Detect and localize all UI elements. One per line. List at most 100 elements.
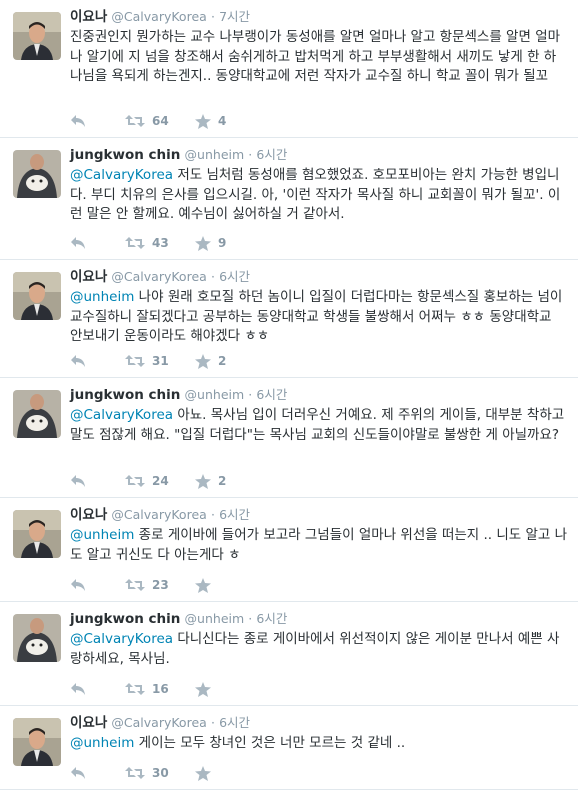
separator-dot: · xyxy=(210,507,215,522)
author-name[interactable]: 이요나 xyxy=(70,507,107,523)
tweet-timestamp[interactable]: 6시간 xyxy=(256,147,287,162)
favorite-button[interactable] xyxy=(195,577,265,593)
retweet-count: 64 xyxy=(152,114,169,128)
star-icon xyxy=(195,681,211,697)
author-handle[interactable]: @CalvaryKorea xyxy=(111,715,206,730)
avatar[interactable] xyxy=(13,12,61,60)
tweet-text: @CalvaryKorea 다니신다는 종로 게이바에서 위선적이지 않은 게이… xyxy=(70,630,568,669)
favorite-button[interactable]: 9 xyxy=(195,235,265,251)
reply-icon xyxy=(71,767,85,779)
reply-button[interactable] xyxy=(70,766,125,780)
tweet-timestamp[interactable]: 7시간 xyxy=(219,9,250,24)
tweet-text: @unheim 게이는 모두 창녀인 것은 너만 모르는 것 같네 .. xyxy=(70,734,568,754)
favorite-button[interactable]: 4 xyxy=(195,113,265,129)
tweet-timestamp[interactable]: 6시간 xyxy=(219,715,250,730)
retweet-icon xyxy=(125,237,145,249)
author-name[interactable]: jungkwon chin xyxy=(70,611,180,627)
tweet-text: @unheim 나야 원래 호모질 하던 놈이니 입질이 더럽다마는 항문섹스질… xyxy=(70,288,568,347)
mention-link[interactable]: @CalvaryKorea xyxy=(70,407,173,423)
tweet-timestamp[interactable]: 6시간 xyxy=(219,269,250,284)
star-icon xyxy=(195,473,211,489)
reply-icon xyxy=(71,475,85,487)
mention-link[interactable]: @unheim xyxy=(70,527,134,543)
tweet-body: 나야 원래 호모질 하던 놈이니 입질이 더럽다마는 항문섹스질 홍보하는 넘이… xyxy=(70,289,563,344)
retweet-icon xyxy=(125,115,145,127)
author-handle[interactable]: @unheim xyxy=(185,147,245,162)
reply-button[interactable] xyxy=(70,236,125,250)
avatar-image xyxy=(13,718,61,766)
avatar[interactable] xyxy=(13,272,61,320)
tweet-timestamp[interactable]: 6시간 xyxy=(256,611,287,626)
tweet-text: @CalvaryKorea 아뇨. 목사님 입이 더러우신 거예요. 제 주위의… xyxy=(70,406,568,445)
avatar-image xyxy=(13,150,61,198)
favorite-count: 9 xyxy=(218,236,227,250)
avatar[interactable] xyxy=(13,510,61,558)
mention-link[interactable]: @CalvaryKorea xyxy=(70,631,173,647)
separator-dot: · xyxy=(210,269,215,284)
author-handle[interactable]: @unheim xyxy=(185,387,245,402)
author-handle[interactable]: @CalvaryKorea xyxy=(111,507,206,522)
reply-button[interactable] xyxy=(70,474,125,488)
author-handle[interactable]: @CalvaryKorea xyxy=(111,269,206,284)
retweet-button[interactable]: 31 xyxy=(125,354,195,368)
tweet[interactable]: 이요나 @CalvaryKorea · 6시간 @unheim 나야 원래 호모… xyxy=(0,260,578,378)
tweet-text: 진중권인지 뭔가하는 교수 나부랭이가 동성애를 알면 얼마나 알고 항문섹스를… xyxy=(70,28,568,87)
author-name[interactable]: 이요나 xyxy=(70,715,107,731)
mention-link[interactable]: @unheim xyxy=(70,289,134,305)
tweet-actions: 24 2 xyxy=(70,472,265,490)
reply-button[interactable] xyxy=(70,578,125,592)
retweet-count: 43 xyxy=(152,236,169,250)
favorite-button[interactable] xyxy=(195,681,265,697)
tweet-actions: 30 xyxy=(70,764,265,782)
tweet-timeline: 이요나 @CalvaryKorea · 7시간 진중권인지 뭔가하는 교수 나부… xyxy=(0,0,578,790)
tweet-actions: 64 4 xyxy=(70,112,265,130)
retweet-button[interactable]: 23 xyxy=(125,578,195,592)
tweet[interactable]: jungkwon chin @unheim · 6시간 @CalvaryKore… xyxy=(0,378,578,498)
tweet[interactable]: 이요나 @CalvaryKorea · 7시간 진중권인지 뭔가하는 교수 나부… xyxy=(0,0,578,138)
tweet-text: @CalvaryKorea 저도 님처럼 동성애를 혐오했었죠. 호모포비아는 … xyxy=(70,166,568,225)
author-handle[interactable]: @CalvaryKorea xyxy=(111,9,206,24)
mention-link[interactable]: @CalvaryKorea xyxy=(70,167,173,183)
author-name[interactable]: jungkwon chin xyxy=(70,147,180,163)
reply-icon xyxy=(71,237,85,249)
reply-button[interactable] xyxy=(70,354,125,368)
retweet-icon xyxy=(125,355,145,367)
author-name[interactable]: 이요나 xyxy=(70,9,107,25)
author-name[interactable]: jungkwon chin xyxy=(70,387,180,403)
retweet-button[interactable]: 16 xyxy=(125,682,195,696)
author-handle[interactable]: @unheim xyxy=(185,611,245,626)
retweet-count: 31 xyxy=(152,354,169,368)
mention-link[interactable]: @unheim xyxy=(70,735,134,751)
tweet-body: 진중권인지 뭔가하는 교수 나부랭이가 동성애를 알면 얼마나 알고 항문섹스를… xyxy=(70,29,561,84)
avatar[interactable] xyxy=(13,718,61,766)
star-icon xyxy=(195,353,211,369)
reply-icon xyxy=(71,355,85,367)
retweet-button[interactable]: 24 xyxy=(125,474,195,488)
separator-dot: · xyxy=(248,387,253,402)
tweet-text: @unheim 종로 게이바에 들어가 보고라 그넘들이 얼마나 위선을 떠는지… xyxy=(70,526,568,565)
tweet[interactable]: 이요나 @CalvaryKorea · 6시간 @unheim 종로 게이바에 … xyxy=(0,498,578,602)
tweet[interactable]: jungkwon chin @unheim · 6시간 @CalvaryKore… xyxy=(0,138,578,260)
avatar-image xyxy=(13,390,61,438)
favorite-button[interactable]: 2 xyxy=(195,353,265,369)
tweet-timestamp[interactable]: 6시간 xyxy=(219,507,250,522)
retweet-count: 24 xyxy=(152,474,169,488)
reply-button[interactable] xyxy=(70,682,125,696)
avatar[interactable] xyxy=(13,390,61,438)
favorite-button[interactable]: 2 xyxy=(195,473,265,489)
tweet[interactable]: jungkwon chin @unheim · 6시간 @CalvaryKore… xyxy=(0,602,578,706)
retweet-button[interactable]: 43 xyxy=(125,236,195,250)
favorite-button[interactable] xyxy=(195,765,265,781)
retweet-button[interactable]: 64 xyxy=(125,114,195,128)
avatar[interactable] xyxy=(13,150,61,198)
reply-icon xyxy=(71,115,85,127)
retweet-button[interactable]: 30 xyxy=(125,766,195,780)
tweet-actions: 43 9 xyxy=(70,234,265,252)
tweet[interactable]: 이요나 @CalvaryKorea · 6시간 @unheim 게이는 모두 창… xyxy=(0,706,578,790)
tweet-actions: 16 xyxy=(70,680,265,698)
author-name[interactable]: 이요나 xyxy=(70,269,107,285)
tweet-timestamp[interactable]: 6시간 xyxy=(256,387,287,402)
reply-button[interactable] xyxy=(70,114,125,128)
retweet-icon xyxy=(125,683,145,695)
avatar[interactable] xyxy=(13,614,61,662)
